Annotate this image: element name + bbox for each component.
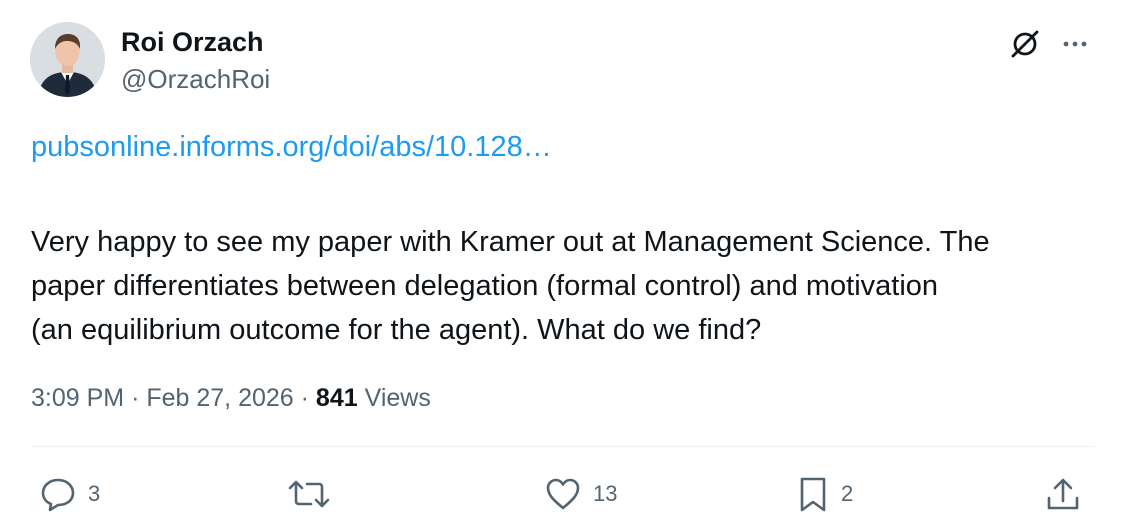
author-handle[interactable]: @OrzachRoi (121, 64, 270, 95)
grok-icon (1011, 30, 1039, 58)
views-count: 841 (315, 384, 358, 412)
reply-count: 3 (88, 481, 101, 506)
post-meta: 3:09 PM · Feb 27, 2026 · 841 Views (31, 384, 431, 413)
post-text-line: paper differentiates between delegation … (31, 270, 939, 302)
views-label: Views (364, 384, 431, 412)
like-button[interactable]: 13 (543, 472, 617, 516)
bookmark-count: 2 (841, 481, 854, 506)
heart-icon (546, 478, 580, 510)
meta-separator: · (131, 384, 140, 412)
avatar[interactable] (30, 22, 105, 97)
reply-button[interactable]: 3 (38, 472, 100, 516)
more-button[interactable] (1055, 24, 1095, 64)
post-link[interactable]: pubsonline.informs.org/doi/abs/10.128… (31, 131, 552, 164)
share-button[interactable] (1043, 472, 1093, 516)
post-text: Very happy to see my paper with Kramer o… (31, 220, 1101, 352)
more-horizontal-icon (1063, 41, 1087, 47)
reply-icon (41, 478, 75, 512)
bookmark-button[interactable]: 2 (795, 472, 853, 516)
avatar-image (30, 22, 105, 97)
repost-button[interactable] (287, 472, 341, 516)
post-date[interactable]: Feb 27, 2026 (146, 384, 293, 412)
grok-button[interactable] (1005, 24, 1045, 64)
post-text-line: Very happy to see my paper with Kramer o… (31, 226, 990, 258)
author-name[interactable]: Roi Orzach (121, 27, 264, 58)
divider (31, 446, 1095, 447)
tweet: Roi Orzach @OrzachRoi pubsonline.informs… (0, 0, 1123, 529)
repost-icon (288, 480, 330, 508)
bookmark-icon (800, 477, 826, 512)
like-count: 13 (593, 481, 618, 506)
post-time[interactable]: 3:09 PM (31, 384, 124, 412)
meta-separator: · (300, 384, 309, 412)
post-text-line: (an equilibrium outcome for the agent). … (31, 314, 762, 346)
share-icon (1047, 478, 1079, 510)
